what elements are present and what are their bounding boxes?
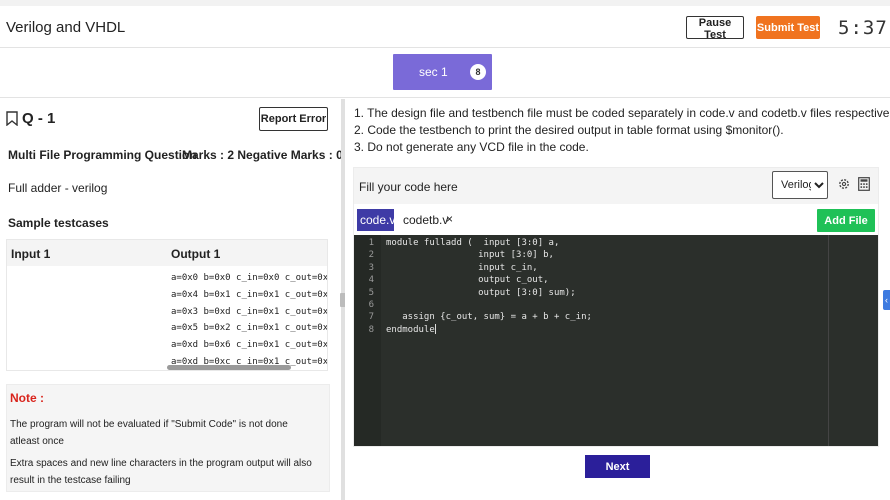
language-select[interactable]: Verilog	[772, 171, 828, 199]
gear-icon[interactable]	[838, 178, 850, 190]
calculator-icon[interactable]	[858, 177, 870, 191]
section-label: sec 1	[419, 65, 448, 79]
submit-test-button[interactable]: Submit Test	[756, 16, 820, 39]
output-line: a=0x3 b=0xd c_in=0x1 c_out=0x	[171, 306, 328, 317]
page-title: Verilog and VHDL	[6, 19, 126, 36]
output-line: a=0x4 b=0x1 c_in=0x1 c_out=0x	[171, 289, 328, 300]
marks-info: Marks : 2 Negative Marks : 0	[182, 148, 343, 162]
code-text[interactable]: module fulladd ( input [3:0] a, input [3…	[386, 237, 592, 336]
code-area[interactable]: 1 2 3 4 5 6 7 8 module fulladd ( input […	[354, 235, 878, 446]
close-icon[interactable]: ×	[446, 212, 453, 226]
question-number: Q - 1	[22, 110, 56, 127]
tab-code-v[interactable]: code.v	[357, 209, 395, 231]
note-heading: Note :	[10, 391, 44, 405]
next-button[interactable]: Next	[585, 455, 650, 478]
note-text-2: Extra spaces and new line characters in …	[10, 458, 312, 486]
line-numbers: 1 2 3 4 5 6 7 8	[368, 238, 374, 335]
pause-test-button[interactable]: Pause Test	[686, 16, 744, 41]
note-box: Note : The program will not be evaluated…	[6, 384, 330, 492]
testcase-scrollbar[interactable]	[167, 365, 291, 370]
top-bar: Verilog and VHDL Pause Test Submit Test …	[0, 0, 890, 48]
question-title: Full adder - verilog	[8, 181, 108, 195]
output-line: a=0xd b=0x6 c_in=0x1 c_out=0x	[171, 340, 328, 351]
file-tabs: code.v codetb.v × Add File	[354, 206, 878, 234]
note-text-1: The program will not be evaluated if "Su…	[10, 419, 288, 447]
report-error-button[interactable]: Report Error	[259, 107, 328, 131]
instruction-line: 1. The design file and testbench file mu…	[354, 106, 890, 120]
output-heading: Output 1	[171, 247, 221, 261]
sample-testcases-heading: Sample testcases	[8, 216, 109, 230]
section-tab[interactable]: sec 1 8	[393, 54, 492, 90]
input-heading: Input 1	[11, 247, 51, 261]
timer: 5:37	[838, 17, 888, 39]
text-cursor	[434, 324, 436, 335]
instruction-line: 2. Code the testbench to print the desir…	[354, 123, 784, 137]
chevron-left-icon[interactable]: ‹	[883, 290, 890, 310]
fill-code-label: Fill your code here	[359, 180, 458, 194]
add-file-button[interactable]: Add File	[817, 209, 875, 232]
instruction-line: 3. Do not generate any VCD file in the c…	[354, 140, 589, 154]
section-count-badge: 8	[470, 64, 486, 80]
question-panel: Q - 1 Report Error Multi File Programmin…	[0, 99, 343, 500]
tab-codetb-v[interactable]: codetb.v	[403, 213, 448, 227]
instructions: 1. The design file and testbench file mu…	[354, 105, 890, 156]
bookmark-icon[interactable]	[6, 111, 18, 126]
code-editor: Fill your code here Verilog code.v codet…	[353, 167, 879, 447]
editor-toolbar: Fill your code here Verilog	[354, 168, 878, 204]
print-margin	[828, 235, 829, 446]
testcase-table: Input 1 Output 1 a=0x0 b=0x0 c_in=0x0 c_…	[6, 239, 328, 371]
output-line: a=0x5 b=0x2 c_in=0x1 c_out=0x	[171, 323, 328, 334]
editor-panel: 1. The design file and testbench file mu…	[345, 99, 890, 500]
code-content: module fulladd ( input [3:0] a, input [3…	[386, 238, 592, 335]
line-gutter: 1 2 3 4 5 6 7 8	[354, 235, 381, 446]
output-lines: a=0x0 b=0x0 c_in=0x0 c_out=0x a=0x4 b=0x…	[171, 270, 328, 370]
testcase-header: Input 1 Output 1	[7, 240, 327, 266]
output-line: a=0x0 b=0x0 c_in=0x0 c_out=0x	[171, 273, 328, 283]
section-strip: sec 1 8	[0, 48, 890, 98]
question-type: Multi File Programming Question	[8, 148, 197, 162]
